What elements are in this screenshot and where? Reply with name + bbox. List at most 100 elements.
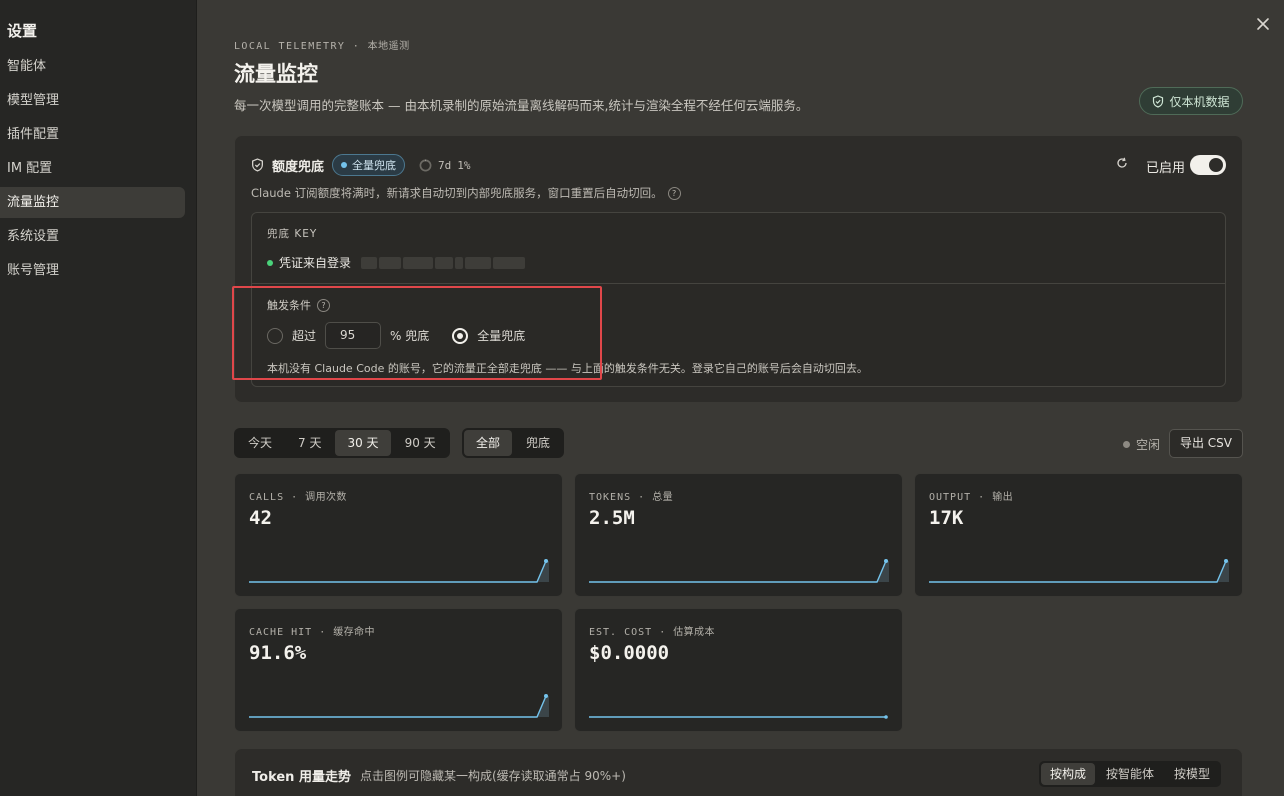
metric-title: OUTPUT · 输出 bbox=[929, 492, 1013, 503]
metric-title: CACHE HIT · 缓存命中 bbox=[249, 627, 375, 638]
full-fallback-radio[interactable] bbox=[452, 327, 469, 344]
metric-card-output: OUTPUT · 输出 17K bbox=[914, 473, 1243, 597]
fallback-config-box: 兜底 KEY 凭证来自登录 触发条件 ? 超过 95 % 兜底 全量兜底 本机没… bbox=[251, 212, 1226, 387]
close-icon[interactable] bbox=[1255, 16, 1271, 32]
shield-icon bbox=[1153, 94, 1164, 108]
fallback-key-label: 兜底 KEY bbox=[267, 228, 318, 240]
status-dot bbox=[267, 259, 273, 266]
metric-title: CALLS · 调用次数 bbox=[249, 492, 347, 503]
fallback-mode-pill: 全量兜底 bbox=[332, 154, 406, 176]
token-trend-panel: Token 用量走势 点击图例可隐藏某一构成(缓存读取通常占 90%+) 按构成… bbox=[234, 748, 1243, 796]
metric-title-en: TOKENS bbox=[589, 492, 632, 503]
sidebar-title: 设置 bbox=[7, 22, 38, 40]
help-icon[interactable]: ? bbox=[317, 298, 330, 312]
refresh-icon[interactable] bbox=[1115, 156, 1129, 170]
export-csv-button[interactable]: 导出 CSV bbox=[1169, 429, 1243, 458]
sparkline bbox=[589, 559, 889, 583]
threshold-suffix: % 兜底 bbox=[390, 329, 430, 343]
sidebar-item-im[interactable]: IM 配置 bbox=[0, 153, 185, 184]
time-range-selector: 今天 7 天 30 天 90 天 bbox=[234, 428, 450, 458]
shield-check-icon bbox=[252, 158, 263, 172]
metric-value: 91.6% bbox=[249, 642, 307, 664]
quota-fallback-panel: 额度兜底 全量兜底 7d 1% 已启用 Claude 订阅额度将满时，新请求自动… bbox=[234, 135, 1243, 403]
metric-title-en: CACHE HIT bbox=[249, 627, 313, 638]
metric-card-tokens: TOKENS · 总量 2.5M bbox=[574, 473, 903, 597]
fallback-label: 额度兜底 bbox=[272, 159, 325, 175]
eyebrow-en: LOCAL TELEMETRY bbox=[234, 41, 346, 52]
metric-value: 42 bbox=[249, 507, 272, 529]
token-trend-hint: 点击图例可隐藏某一构成(缓存读取通常占 90%+) bbox=[360, 769, 626, 783]
sidebar-item-account[interactable]: 账号管理 bbox=[0, 255, 185, 286]
help-icon[interactable]: ? bbox=[667, 186, 681, 200]
page-description: 每一次模型调用的完整账本 — 由本机录制的原始流量离线解码而来,统计与渲染全程不… bbox=[234, 98, 809, 113]
sidebar-item-traffic-monitor[interactable]: 流量监控 bbox=[0, 187, 185, 218]
exceed-radio[interactable] bbox=[267, 327, 283, 344]
sparkline bbox=[249, 694, 549, 718]
page-title: 流量监控 bbox=[234, 62, 318, 86]
sidebar-item-models[interactable]: 模型管理 bbox=[0, 85, 185, 116]
metric-title-en: OUTPUT bbox=[929, 492, 972, 503]
enabled-label: 已启用 bbox=[1146, 161, 1186, 176]
threshold-input[interactable]: 95 bbox=[325, 322, 382, 349]
fallback-description-text: Claude 订阅额度将满时，新请求自动切到内部兜底服务，窗口重置后自动切回。 bbox=[251, 186, 663, 200]
metric-title-cn: 总量 bbox=[652, 492, 673, 503]
fallback-enabled-toggle[interactable] bbox=[1190, 155, 1226, 175]
sparkline bbox=[929, 559, 1229, 583]
range-30d[interactable]: 30 天 bbox=[335, 430, 391, 456]
full-fallback-label: 全量兜底 bbox=[477, 329, 526, 343]
fallback-header: 额度兜底 全量兜底 7d 1% bbox=[251, 154, 471, 176]
range-7d[interactable]: 7 天 bbox=[286, 430, 333, 456]
scope-all[interactable]: 全部 bbox=[464, 430, 513, 456]
fallback-note: 本机没有 Claude Code 的账号，它的流量正全部走兜底 —— 与上面的触… bbox=[267, 362, 868, 375]
trigger-condition: 触发条件 ? bbox=[267, 297, 330, 313]
metric-card-calls: CALLS · 调用次数 42 bbox=[234, 473, 563, 597]
trigger-options: 超过 95 % 兜底 全量兜底 bbox=[267, 322, 525, 349]
tab-by-composition[interactable]: 按构成 bbox=[1041, 763, 1096, 785]
eyebrow-cn: 本地遥测 bbox=[367, 41, 410, 52]
sparkline bbox=[249, 559, 549, 583]
scope-fallback[interactable]: 兜底 bbox=[514, 430, 562, 456]
metric-card-est-cost: EST. COST · 估算成本 $0.0000 bbox=[574, 608, 903, 732]
fallback-description: Claude 订阅额度将满时，新请求自动切到内部兜底服务，窗口重置后自动切回。 … bbox=[251, 185, 681, 201]
usage-indicator: 7d 1% bbox=[419, 159, 471, 172]
breakdown-selector: 按构成 按智能体 按模型 bbox=[1039, 761, 1222, 787]
sidebar-item-system[interactable]: 系统设置 bbox=[0, 221, 185, 252]
metric-value: 17K bbox=[929, 507, 964, 529]
metric-value: $0.0000 bbox=[589, 642, 670, 664]
eyebrow-separator: · bbox=[352, 41, 361, 52]
usage-period: 7d bbox=[438, 158, 452, 172]
metric-title: EST. COST · 估算成本 bbox=[589, 627, 715, 638]
metric-title-cn: 缓存命中 bbox=[333, 627, 375, 638]
credential-row: 凭证来自登录 bbox=[267, 254, 526, 271]
metric-title-en: CALLS bbox=[249, 492, 285, 503]
exceed-label: 超过 bbox=[292, 329, 317, 343]
local-data-label: 仅本机数据 bbox=[1169, 94, 1230, 109]
metric-title-cn: 调用次数 bbox=[305, 492, 347, 503]
metric-title-en: EST. COST bbox=[589, 627, 653, 638]
status-indicator: 空闲 bbox=[1123, 436, 1160, 453]
metric-title-cn: 输出 bbox=[992, 492, 1013, 503]
tab-by-model[interactable]: 按模型 bbox=[1165, 763, 1219, 785]
metric-title-cn: 估算成本 bbox=[673, 627, 715, 638]
sidebar-item-agents[interactable]: 智能体 bbox=[0, 51, 185, 82]
tab-by-agent[interactable]: 按智能体 bbox=[1097, 763, 1163, 785]
usage-percent: 1% bbox=[457, 158, 471, 172]
progress-ring-icon bbox=[419, 159, 432, 171]
range-today[interactable]: 今天 bbox=[236, 430, 284, 456]
local-data-badge: 仅本机数据 bbox=[1139, 87, 1243, 115]
metric-value: 2.5M bbox=[589, 507, 635, 529]
token-trend-title: Token 用量走势 bbox=[252, 770, 351, 785]
eyebrow: LOCAL TELEMETRY · 本地遥测 bbox=[234, 37, 410, 52]
metric-card-cache-hit: CACHE HIT · 缓存命中 91.6% bbox=[234, 608, 563, 732]
toggle-knob bbox=[1209, 158, 1223, 172]
sparkline bbox=[589, 715, 888, 719]
mode-dot bbox=[341, 162, 348, 168]
redacted-credential bbox=[361, 256, 526, 269]
trigger-label: 触发条件 bbox=[267, 299, 311, 312]
sidebar-item-plugins[interactable]: 插件配置 bbox=[0, 119, 185, 150]
fallback-mode-label: 全量兜底 bbox=[352, 159, 397, 172]
metric-title: TOKENS · 总量 bbox=[589, 492, 673, 503]
status-dot bbox=[1123, 441, 1130, 448]
status-text: 空闲 bbox=[1136, 438, 1161, 452]
range-90d[interactable]: 90 天 bbox=[393, 430, 448, 456]
